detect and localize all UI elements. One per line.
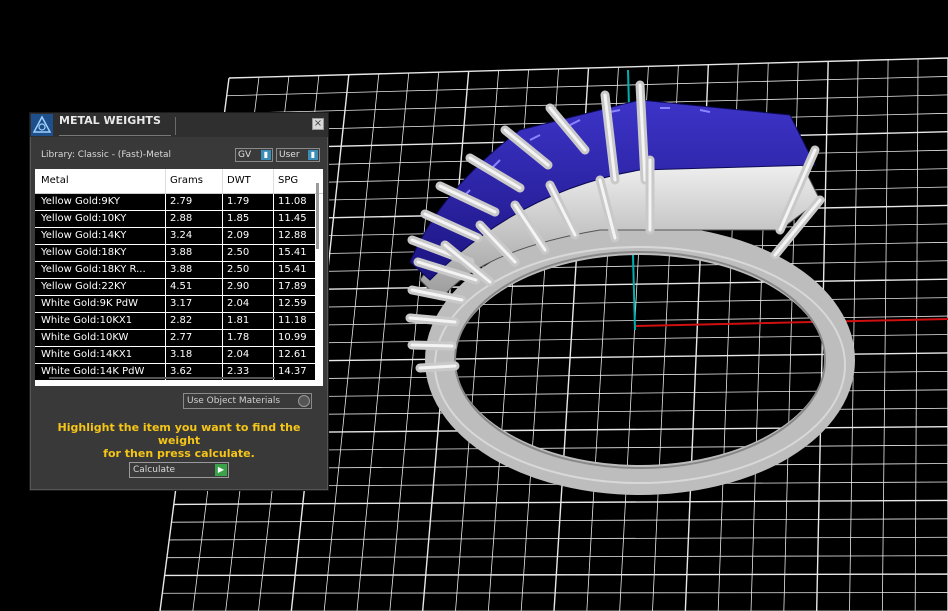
cell-grams: 3.88: [170, 247, 193, 258]
close-icon[interactable]: ×: [312, 118, 324, 130]
horizontal-scrollbar[interactable]: [49, 377, 275, 379]
rhino-logo-icon: [31, 114, 53, 136]
cell-metal: White Gold:14KX1: [41, 349, 133, 360]
table-row[interactable]: Yellow Gold:18KY 3.88 2.50 15.41: [35, 245, 315, 262]
calculate-label: Calculate: [133, 465, 176, 475]
cell-metal: Yellow Gold:9KY: [41, 196, 120, 207]
table-row[interactable]: White Gold:10KW 2.77 1.78 10.99: [35, 330, 315, 347]
cell-metal: Yellow Gold:18KY: [41, 247, 127, 258]
cell-dwt: 1.85: [227, 213, 250, 224]
cell-metal: Yellow Gold:14KY: [41, 230, 127, 241]
cell-metal: White Gold:9K PdW: [41, 298, 138, 309]
options-icon: [298, 395, 310, 407]
cell-dwt: 2.50: [227, 247, 250, 258]
table-row[interactable]: Yellow Gold:10KY 2.88 1.85 11.45: [35, 211, 315, 228]
cell-spg: 12.61: [278, 349, 307, 360]
cell-spg: 11.08: [278, 196, 307, 207]
table-row[interactable]: Yellow Gold:18KY R... 3.88 2.50 15.41: [35, 262, 315, 279]
instruction-text: Highlight the item you want to find the …: [40, 421, 318, 460]
table-row[interactable]: Yellow Gold:14KY 3.24 2.09 12.88: [35, 228, 315, 245]
cell-dwt: 2.04: [227, 298, 250, 309]
ring-shank-outer: [425, 225, 855, 495]
cell-grams: 3.18: [170, 349, 193, 360]
dropdown-arrow-icon: ▮: [261, 150, 271, 160]
cell-metal: Yellow Gold:18KY R...: [41, 264, 146, 275]
cell-spg: 15.41: [278, 264, 307, 275]
table-row[interactable]: White Gold:14KX1 3.18 2.04 12.61: [35, 347, 315, 364]
cell-grams: 3.88: [170, 264, 193, 275]
grid-line: [162, 592, 948, 594]
instruction-line-1: Highlight the item you want to find the …: [57, 421, 301, 447]
cell-grams: 2.77: [170, 332, 193, 343]
play-arrow-icon: ▶: [215, 464, 227, 476]
cell-spg: 10.99: [278, 332, 307, 343]
instruction-line-2: for then press calculate.: [103, 447, 255, 460]
table-row[interactable]: White Gold:9K PdW 3.17 2.04 12.59: [35, 296, 315, 313]
header-spg[interactable]: SPG: [278, 175, 298, 186]
cell-grams: 4.51: [170, 281, 193, 292]
cell-spg: 11.45: [278, 213, 307, 224]
prong-highlight: [418, 364, 457, 370]
table-row[interactable]: Yellow Gold:9KY 2.79 1.79 11.08: [35, 194, 315, 211]
cell-dwt: 2.50: [227, 264, 250, 275]
cell-grams: 3.24: [170, 230, 193, 241]
table-row[interactable]: Yellow Gold:22KY 4.51 2.90 17.89: [35, 279, 315, 296]
cell-dwt: 1.78: [227, 332, 250, 343]
column-divider: [273, 169, 274, 193]
calculate-button[interactable]: Calculate ▶: [129, 462, 229, 478]
cell-spg: 14.37: [278, 366, 307, 377]
cell-dwt: 2.90: [227, 281, 250, 292]
cell-metal: White Gold:10KX1: [41, 315, 133, 326]
dropdown-arrow-icon: ▮: [308, 150, 318, 160]
title-separator: [175, 117, 176, 135]
grid-line: [164, 573, 948, 577]
column-divider: [222, 169, 223, 193]
prong-highlight: [410, 343, 454, 348]
table-row[interactable]: White Gold:10KX1 2.82 1.81 11.18: [35, 313, 315, 330]
cell-dwt: 2.09: [227, 230, 250, 241]
use-object-materials-dropdown[interactable]: Use Object Materials: [183, 393, 312, 409]
cell-spg: 12.88: [278, 230, 307, 241]
metal-table[interactable]: Metal Grams DWT SPG Yellow Gold:9KY 2.79 1…: [35, 169, 323, 386]
user-dropdown-value: User: [279, 150, 300, 160]
cell-metal: Yellow Gold:22KY: [41, 281, 127, 292]
table-body: Yellow Gold:9KY 2.79 1.79 11.08 Yellow Gold…: [35, 194, 315, 381]
metal-weights-dialog: METAL WEIGHTS × Library: Classic - (Fast…: [29, 112, 329, 491]
cell-spg: 11.18: [278, 315, 307, 326]
cell-grams: 2.82: [170, 315, 193, 326]
cell-spg: 15.41: [278, 247, 307, 258]
cell-dwt: 1.81: [227, 315, 250, 326]
table-header: Metal Grams DWT SPG: [35, 169, 323, 194]
header-dwt[interactable]: DWT: [227, 175, 251, 186]
use-object-materials-label: Use Object Materials: [187, 396, 281, 406]
cell-grams: 2.79: [170, 196, 193, 207]
header-grams[interactable]: Grams: [170, 175, 203, 186]
dialog-title: METAL WEIGHTS: [59, 115, 171, 136]
cell-metal: Yellow Gold:10KY: [41, 213, 127, 224]
cell-metal: White Gold:10KW: [41, 332, 129, 343]
cell-grams: 2.88: [170, 213, 193, 224]
gv-dropdown-value: GV: [238, 150, 252, 160]
library-label: Library: Classic - (Fast)-Metal: [41, 150, 172, 160]
header-metal[interactable]: Metal: [41, 175, 69, 186]
gv-dropdown[interactable]: GV ▮: [235, 148, 273, 162]
column-divider: [165, 169, 166, 193]
cell-dwt: 2.04: [227, 349, 250, 360]
cell-spg: 17.89: [278, 281, 307, 292]
vertical-scrollbar[interactable]: [316, 183, 319, 249]
dialog-titlebar[interactable]: METAL WEIGHTS ×: [30, 113, 328, 137]
cell-grams: 3.17: [170, 298, 193, 309]
cell-spg: 12.59: [278, 298, 307, 309]
cell-dwt: 1.79: [227, 196, 250, 207]
user-dropdown[interactable]: User ▮: [276, 148, 320, 162]
